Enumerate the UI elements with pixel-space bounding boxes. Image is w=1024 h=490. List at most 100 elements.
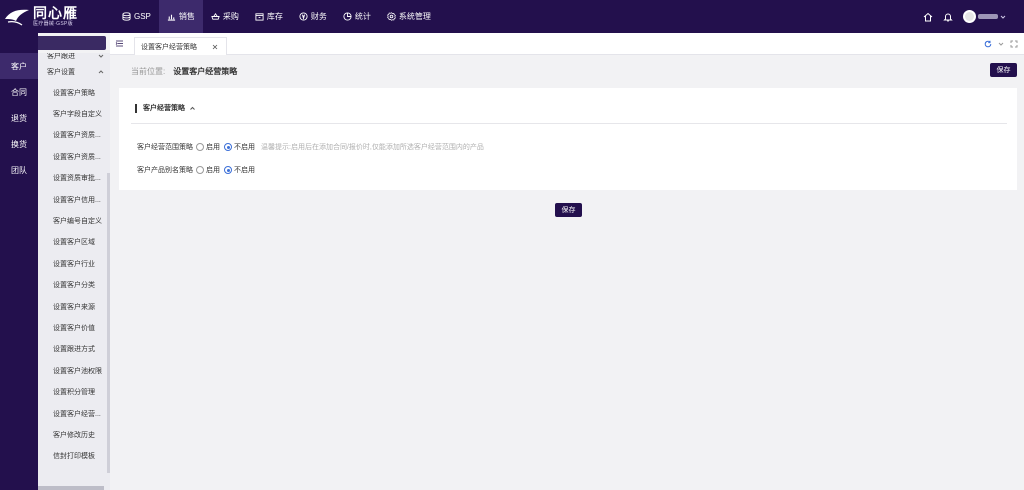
leftnav-item-exchange[interactable]: 换货 (0, 131, 38, 157)
cart-icon (211, 12, 220, 20)
topnav-purchase[interactable]: 采购 (203, 0, 247, 33)
section-title: 客户经营策略 (143, 105, 185, 112)
submenu-item[interactable]: 设置客户资质... (38, 146, 110, 167)
chevron-down-icon[interactable] (1000, 14, 1006, 20)
brand-logo[interactable]: 同心雁 医疗器械·GSP版 (0, 0, 110, 33)
box-icon (255, 13, 264, 21)
submenu-group-settings[interactable]: 客户设置 (38, 62, 110, 82)
radio-label: 启用 (206, 167, 220, 174)
close-icon[interactable] (212, 44, 218, 50)
radio-circle-selected[interactable] (224, 143, 232, 151)
topnav-sales[interactable]: 销售 (158, 0, 203, 33)
home-icon[interactable] (923, 12, 933, 22)
save-button-top[interactable]: 保存 (990, 63, 1017, 77)
submenu-item[interactable]: 设置积分管理 (38, 381, 110, 402)
submenu-item[interactable]: 设置资质审批... (38, 168, 110, 189)
avatar[interactable] (963, 10, 976, 23)
submenu-item[interactable]: 设置客户经营... (38, 403, 110, 424)
radio-circle[interactable] (196, 143, 204, 151)
topnav-inventory[interactable]: 库存 (247, 0, 291, 33)
topnav-label: 采购 (222, 12, 239, 21)
submenu-item[interactable]: 设置客户行业 (38, 253, 110, 274)
topnav-label: 统计 (354, 12, 371, 21)
tab-strip: 设置客户经营策略 (110, 33, 1024, 55)
radio-label: 不启用 (234, 144, 255, 151)
save-button-bottom[interactable]: 保存 (555, 203, 582, 217)
database-icon (122, 12, 131, 21)
radio-circle-selected[interactable] (224, 166, 232, 174)
breadcrumb: 当前位置: 设置客户经营策略 (131, 66, 237, 77)
submenu-item[interactable]: 设置客户资质... (38, 125, 110, 146)
topnav-label: 系统管理 (398, 12, 431, 21)
menu-collapse-icon[interactable] (115, 39, 124, 48)
bird-logo-icon (5, 9, 29, 25)
breadcrumb-prefix: 当前位置: (131, 67, 166, 76)
submenu-item[interactable]: 设置客户信用... (38, 189, 110, 210)
alias-radio-enable[interactable]: 启用 (196, 165, 220, 175)
topnav-label: GSP (134, 12, 151, 21)
submenu-item[interactable]: 客户字段自定义 (38, 103, 110, 124)
breadcrumb-row: 当前位置: 设置客户经营策略 保存 (110, 55, 1024, 85)
pie-icon (343, 12, 352, 21)
username-redacted[interactable] (978, 14, 998, 19)
chevron-up-icon[interactable] (189, 105, 196, 112)
left-nav: 客户 合同 退货 换货 团队 (0, 33, 38, 490)
tab-tools (984, 40, 1018, 48)
top-nav: GSP 销售 采购 库存 财务 统计 系统管理 (114, 0, 439, 33)
topnav-label: 库存 (266, 12, 283, 21)
submenu-item[interactable]: 设置客户区域 (38, 232, 110, 253)
submenu-group-follow[interactable]: 客户跟进 (38, 53, 110, 62)
refresh-icon[interactable] (984, 40, 992, 48)
leftnav-item-return[interactable]: 退货 (0, 105, 38, 131)
submenu-item[interactable]: 设置客户分类 (38, 275, 110, 296)
leftnav-item-contract[interactable]: 合同 (0, 79, 38, 105)
section-header[interactable]: 客户经营策略 (135, 103, 196, 113)
brand-tagline: 医疗器械·GSP版 (33, 21, 73, 27)
submenu-item[interactable]: 设置跟进方式 (38, 339, 110, 360)
tab-customer-strategy[interactable]: 设置客户经营策略 (134, 37, 227, 55)
submenu-item[interactable]: 客户编号自定义 (38, 210, 110, 231)
submenu-horizontal-scrollbar[interactable] (38, 486, 104, 490)
section-bar (135, 103, 137, 113)
chart-icon (167, 14, 176, 21)
top-bar: 同心雁 医疗器械·GSP版 GSP 销售 采购 库存 财务 统计 系统管理 (0, 0, 1024, 33)
submenu-item[interactable]: 设置客户价值 (38, 317, 110, 338)
submenu-item[interactable]: 信封打印模板 (38, 446, 110, 467)
yen-icon (299, 12, 308, 21)
top-right-tools (923, 0, 1006, 33)
radio-label: 不启用 (234, 167, 255, 174)
topnav-gsp[interactable]: GSP (114, 0, 159, 33)
scope-radio-disable[interactable]: 不启用 (224, 142, 255, 152)
submenu-item[interactable]: 设置客户策略 (38, 82, 110, 103)
leftnav-item-customer[interactable]: 客户 (0, 53, 38, 79)
submenu-scrollbar[interactable] (107, 173, 110, 473)
breadcrumb-current: 设置客户经营策略 (173, 67, 238, 76)
radio-circle[interactable] (196, 166, 204, 174)
submenu-item[interactable]: 设置客户来源 (38, 296, 110, 317)
submenu-item[interactable]: 客户修改历史 (38, 424, 110, 445)
topnav-label: 财务 (310, 12, 327, 21)
field-label: 客户经营范围策略 (137, 144, 193, 151)
left-nav-spacer (0, 33, 38, 53)
hint-text: 温馨提示:启用后在添加合同/报价时,仅能添加所选客户经营范围内的产品 (261, 144, 484, 151)
topnav-finance[interactable]: 财务 (291, 0, 335, 33)
topnav-statistics[interactable]: 统计 (335, 0, 379, 33)
leftnav-item-team[interactable]: 团队 (0, 157, 38, 183)
bell-icon[interactable] (943, 12, 953, 22)
gear-icon (387, 12, 396, 21)
submenu-group-label: 客户跟进 (47, 53, 75, 60)
topnav-system[interactable]: 系统管理 (379, 0, 439, 33)
tab-label: 设置客户经营策略 (141, 43, 197, 51)
alias-radio-disable[interactable]: 不启用 (224, 165, 255, 175)
chevron-down-icon (98, 54, 104, 58)
submenu-group-label: 客户设置 (47, 69, 75, 76)
submenu-item[interactable]: 设置客户池权限 (38, 360, 110, 381)
fullscreen-icon[interactable] (1010, 40, 1018, 48)
chevron-up-icon (98, 70, 104, 74)
strategy-card: 客户经营策略 客户经营范围策略 启用 不启用 温馨提示:启用后在添加合同/报价时… (119, 88, 1017, 190)
radio-label: 启用 (206, 144, 220, 151)
scope-strategy-row: 客户经营范围策略 启用 不启用 温馨提示:启用后在添加合同/报价时,仅能添加所选… (137, 142, 484, 152)
field-label: 客户产品别名策略 (137, 167, 193, 174)
chevron-down-icon[interactable] (997, 40, 1005, 48)
scope-radio-enable[interactable]: 启用 (196, 142, 220, 152)
